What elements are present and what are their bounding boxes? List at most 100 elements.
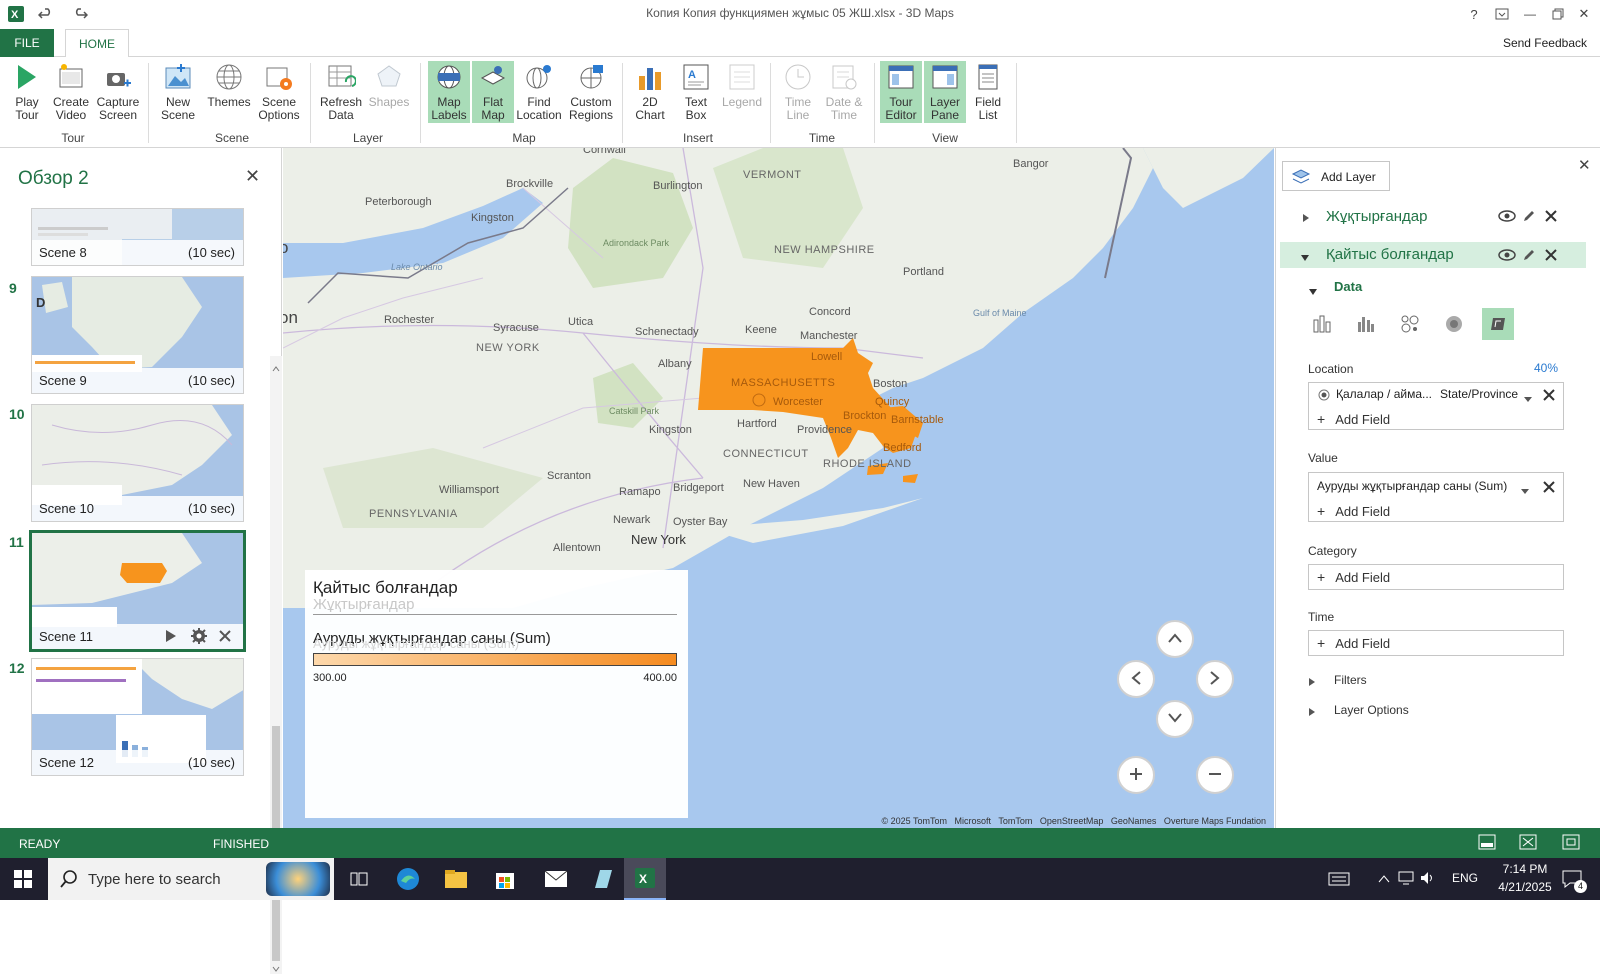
tilt-up-button[interactable] xyxy=(1156,620,1194,658)
zoom-in-button[interactable] xyxy=(1117,756,1155,794)
ribbon-display-icon[interactable] xyxy=(1492,4,1512,24)
chevron-up-icon[interactable] xyxy=(1378,873,1390,887)
play-tour-button[interactable]: Play Tour xyxy=(6,61,48,123)
radio-icon[interactable] xyxy=(1318,389,1330,404)
tab-file[interactable]: FILE xyxy=(0,29,54,57)
map-legend[interactable]: Қайтыс болғандар Жұқтырғандар Ауруды жұқ… xyxy=(305,570,688,818)
scene-thumbnail[interactable]: Scene 10 (10 sec) xyxy=(31,404,244,522)
pencil-icon[interactable] xyxy=(1522,209,1536,226)
legend-button[interactable]: Legend xyxy=(720,61,764,123)
pencil-icon[interactable] xyxy=(1522,248,1536,265)
add-field-button[interactable]: + Add Field xyxy=(1317,503,1390,519)
refresh-data-button[interactable]: Refresh Data xyxy=(318,61,364,123)
keyboard-icon[interactable] xyxy=(1328,872,1350,889)
remove-field-icon[interactable] xyxy=(1542,480,1556,497)
clustered-column-icon[interactable] xyxy=(1350,308,1382,340)
time-line-button[interactable]: Time Line xyxy=(778,61,818,123)
dropdown-arrow-icon[interactable] xyxy=(1521,484,1529,498)
delete-scene-icon[interactable] xyxy=(218,629,232,646)
layer-row-selected[interactable]: Қайтыс болғандар xyxy=(1280,242,1586,268)
network-icon[interactable] xyxy=(1398,871,1414,888)
location-type-select[interactable]: State/Province xyxy=(1440,387,1518,401)
eye-icon[interactable] xyxy=(1498,210,1516,225)
add-field-button[interactable]: + Add Field xyxy=(1317,411,1390,427)
task-view-icon[interactable] xyxy=(350,871,368,890)
flat-map-button[interactable]: Flat Map xyxy=(472,61,514,123)
add-field-button[interactable]: + Add Field xyxy=(1317,635,1390,651)
restore-icon[interactable] xyxy=(1548,4,1568,24)
scene-thumbnail[interactable]: Scene 8 (10 sec) xyxy=(31,208,244,266)
layer-pane-button[interactable]: Layer Pane xyxy=(924,61,966,123)
play-scene-icon[interactable] xyxy=(164,628,178,647)
scene-thumbnail[interactable]: Scene 12 (10 sec) xyxy=(31,658,244,776)
collapse-icon[interactable] xyxy=(1300,251,1310,265)
heat-map-icon[interactable] xyxy=(1438,308,1470,340)
create-video-button[interactable]: Create Video xyxy=(50,61,92,123)
collapse-icon[interactable] xyxy=(1308,285,1318,299)
close-window-button[interactable]: ✕ xyxy=(1574,4,1594,24)
mail-icon[interactable] xyxy=(544,869,568,892)
layer-row[interactable]: Жұқтырғандар xyxy=(1276,204,1588,230)
file-explorer-icon[interactable] xyxy=(444,868,468,893)
eye-icon[interactable] xyxy=(1498,249,1516,264)
find-location-button[interactable]: Find Location xyxy=(516,61,562,123)
region-icon[interactable] xyxy=(1482,308,1514,340)
tab-home[interactable]: HOME xyxy=(65,29,129,58)
app-icon[interactable] xyxy=(592,868,614,893)
zoom-out-button[interactable] xyxy=(1196,756,1234,794)
add-layer-button[interactable]: Add Layer xyxy=(1282,161,1390,191)
taskbar-search-box[interactable]: Type here to search xyxy=(48,858,334,900)
delete-layer-icon[interactable] xyxy=(1544,209,1558,226)
send-feedback-link[interactable]: Send Feedback xyxy=(1503,36,1587,50)
rotate-left-button[interactable] xyxy=(1117,660,1155,698)
expand-icon[interactable] xyxy=(1302,212,1310,226)
tour-editor-button[interactable]: Tour Editor xyxy=(880,61,922,123)
date-time-button[interactable]: Date & Time xyxy=(820,61,868,123)
minimize-button[interactable]: — xyxy=(1520,4,1540,24)
excel-taskbar-button[interactable]: X xyxy=(624,858,666,900)
2d-chart-button[interactable]: 2D Chart xyxy=(630,61,670,123)
language-indicator[interactable]: ENG xyxy=(1452,871,1478,885)
volume-icon[interactable] xyxy=(1420,871,1436,888)
edge-browser-icon[interactable] xyxy=(396,867,420,894)
data-section-header[interactable]: Data xyxy=(1334,279,1362,294)
layer-options-section-header[interactable]: Layer Options xyxy=(1334,703,1409,717)
location-field-well[interactable]: Қалалар / айма... State/Province + Add Fi… xyxy=(1308,382,1564,430)
windows-start-icon[interactable] xyxy=(14,870,32,891)
fit-view-icon[interactable] xyxy=(1519,834,1537,853)
dropdown-arrow-icon[interactable] xyxy=(1524,392,1532,406)
rotate-right-button[interactable] xyxy=(1196,660,1234,698)
add-field-button[interactable]: + Add Field xyxy=(1317,569,1390,585)
field-list-button[interactable]: Field List xyxy=(968,61,1008,123)
map-labels-button[interactable]: Map Labels xyxy=(428,61,470,123)
value-field-well[interactable]: Ауруды жұқтырғандар саны (Sum) + Add Fiel… xyxy=(1308,472,1564,522)
bubble-icon[interactable] xyxy=(1394,308,1426,340)
scene-settings-icon[interactable] xyxy=(190,627,208,648)
scene-thumbnail-selected[interactable]: Scene 11 xyxy=(29,530,246,652)
close-layer-pane-button[interactable]: ✕ xyxy=(1578,156,1591,174)
clock-date[interactable]: 4/21/2025 xyxy=(1490,880,1560,894)
help-button[interactable]: ? xyxy=(1464,4,1484,24)
shapes-button[interactable]: Shapes xyxy=(366,61,412,123)
scene-thumbnail[interactable]: D Scene 9 (10 sec) xyxy=(31,276,244,394)
scroll-up-icon[interactable] xyxy=(272,362,280,372)
capture-screen-button[interactable]: Capture Screen xyxy=(94,61,142,123)
new-scene-button[interactable]: New Scene xyxy=(156,61,200,123)
close-tour-pane-button[interactable]: ✕ xyxy=(245,166,260,187)
tilt-down-button[interactable] xyxy=(1156,700,1194,738)
expand-icon[interactable] xyxy=(1308,676,1316,690)
stacked-column-icon[interactable] xyxy=(1306,308,1338,340)
delete-layer-icon[interactable] xyxy=(1544,248,1558,265)
time-field-well[interactable]: + Add Field xyxy=(1308,630,1564,656)
expand-icon[interactable] xyxy=(1308,706,1316,720)
custom-regions-button[interactable]: Custom Regions xyxy=(566,61,616,123)
full-screen-icon[interactable] xyxy=(1562,834,1580,853)
clock-time[interactable]: 7:14 PM xyxy=(1490,862,1560,876)
remove-field-icon[interactable] xyxy=(1542,388,1556,405)
themes-button[interactable]: Themes xyxy=(206,61,252,123)
text-box-button[interactable]: A Text Box xyxy=(676,61,716,123)
normal-view-icon[interactable] xyxy=(1478,834,1496,853)
filters-section-header[interactable]: Filters xyxy=(1334,673,1367,687)
store-icon[interactable] xyxy=(494,867,516,894)
location-confidence-link[interactable]: 40% xyxy=(1534,361,1558,375)
